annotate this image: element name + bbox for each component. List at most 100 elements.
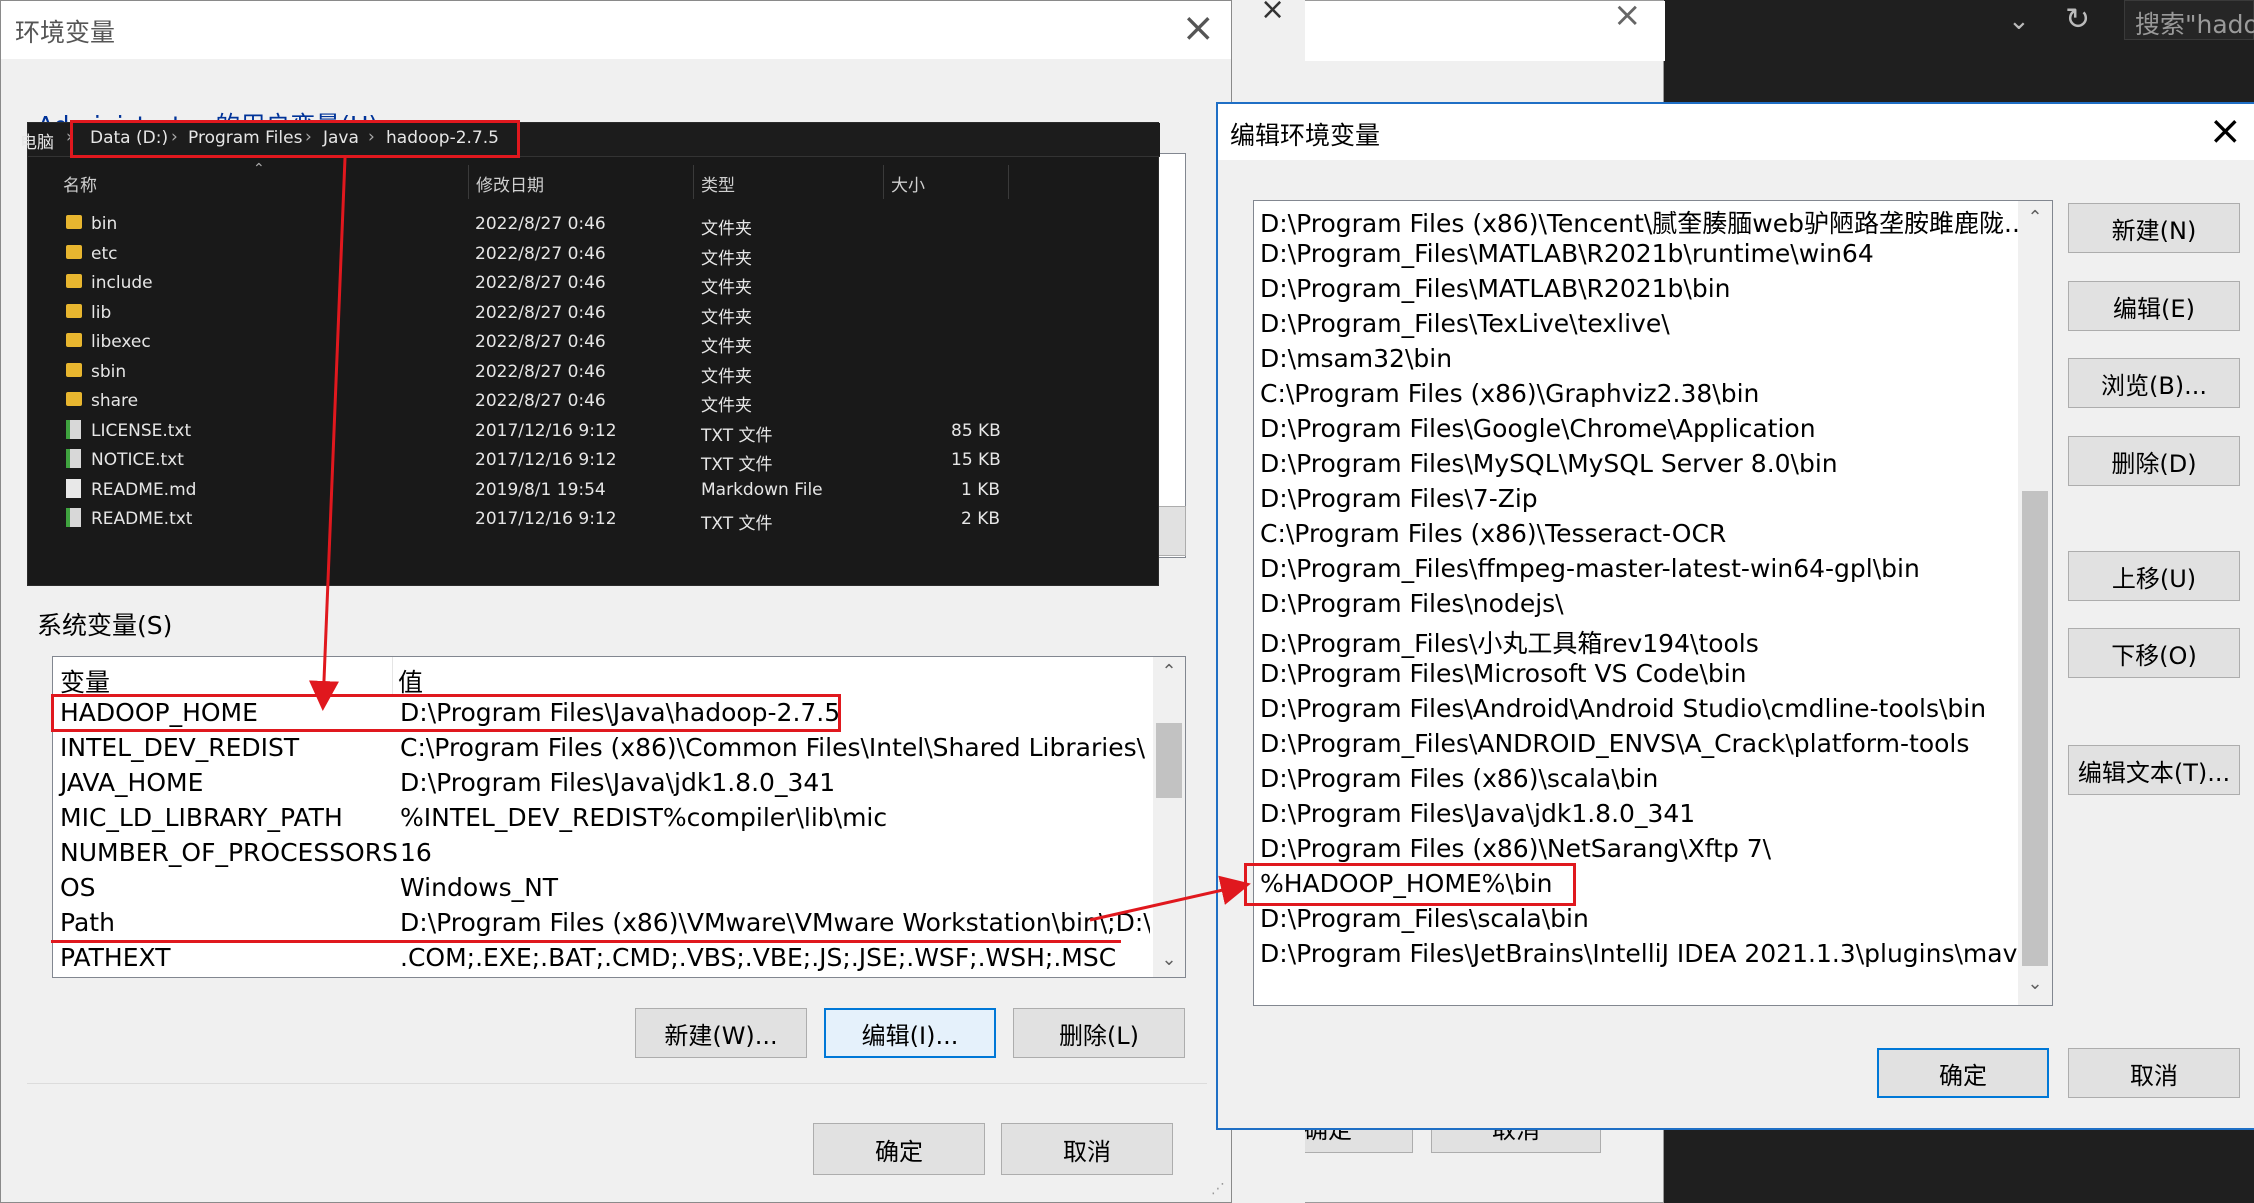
resize-grip-icon[interactable]: ⋰ (1211, 1181, 1225, 1197)
path-ok-button[interactable]: 确定 (1877, 1048, 2049, 1098)
list-item[interactable]: bin 2022/8/27 0:46 文件夹 (28, 209, 1160, 239)
path-new-button[interactable]: 新建(N) (2068, 203, 2240, 253)
annotation-path-underline (51, 940, 1121, 943)
folder-icon (66, 244, 82, 259)
path-delete-button[interactable]: 删除(D) (2068, 436, 2240, 486)
list-item[interactable]: D:\Program Files\MySQL\MySQL Server 8.0\… (1254, 449, 2018, 484)
sys-edit-button[interactable]: 编辑(I)... (824, 1008, 996, 1058)
close-icon[interactable]: × (1613, 0, 1642, 35)
column-size[interactable]: 大小 (891, 171, 925, 196)
search-input[interactable]: 搜索"hado (2124, 0, 2254, 40)
list-item[interactable]: libexec 2022/8/27 0:46 文件夹 (28, 327, 1160, 357)
list-item[interactable]: D:\Program Files\Android\Android Studio\… (1254, 694, 2018, 729)
list-item[interactable]: C:\Program Files (x86)\Tesseract-OCR (1254, 519, 2018, 554)
list-item[interactable]: D:\Program_Files\ANDROID_ENVS\A_Crack\pl… (1254, 729, 2018, 764)
column-date[interactable]: 修改日期 (476, 171, 544, 196)
edit-env-dialog: 编辑环境变量 × D:\Program Files (x86)\Tencent\… (1216, 102, 2254, 1130)
close-icon[interactable]: × (1181, 5, 1215, 51)
scroll-up-icon[interactable]: ⌃ (2022, 207, 2048, 228)
annotation-breadcrumb-box (70, 120, 520, 158)
table-row[interactable]: OS Windows_NT (53, 872, 1185, 907)
scroll-up-icon[interactable]: ⌃ (1156, 661, 1182, 682)
list-item[interactable]: D:\Program_Files\scala\bin (1254, 904, 2018, 939)
list-item[interactable]: D:\Program Files\Microsoft VS Code\bin (1254, 659, 2018, 694)
table-row[interactable]: NUMBER_OF_PROCESSORS 16 (53, 837, 1185, 872)
path-browse-button[interactable]: 浏览(B)... (2068, 358, 2240, 408)
list-item[interactable]: D:\Program Files\Java\jdk1.8.0_341 (1254, 799, 2018, 834)
env-cancel-button[interactable]: 取消 (1001, 1123, 1173, 1175)
folder-icon (66, 215, 82, 229)
list-item[interactable]: README.txt 2017/12/16 9:12 TXT 文件 2 KB (28, 504, 1160, 534)
path-list-scroll-thumb[interactable] (2022, 491, 2048, 966)
table-row[interactable]: INTEL_DEV_REDIST C:\Program Files (x86)\C… (53, 732, 1185, 767)
list-item[interactable]: D:\Program Files (x86)\Tencent\腻奎腠腼web驴陋… (1254, 204, 2018, 239)
explorer-window: 电脑 › Data (D:) › Program Files › Java › … (20, 122, 1160, 586)
column-type[interactable]: 类型 (701, 171, 735, 196)
folder-icon (66, 303, 82, 318)
path-edit-button[interactable]: 编辑(E) (2068, 281, 2240, 331)
list-item[interactable]: D:\Program_Files\MATLAB\R2021b\runtime\w… (1254, 239, 2018, 274)
annotation-hadoop-bin-box (1244, 863, 1576, 906)
list-item[interactable]: etc 2022/8/27 0:46 文件夹 (28, 239, 1160, 269)
scroll-down-icon[interactable]: ⌄ (1156, 949, 1182, 970)
table-row[interactable]: JAVA_HOME D:\Program Files\Java\jdk1.8.0_… (53, 767, 1185, 802)
folder-icon (66, 333, 82, 347)
text-file-icon (66, 419, 81, 439)
sort-up-icon: ⌃ (253, 161, 265, 177)
table-row[interactable]: Path D:\Program Files (x86)\VMware\VMware… (53, 907, 1185, 942)
list-item[interactable]: D:\Program Files\Google\Chrome\Applicati… (1254, 414, 2018, 449)
list-item[interactable]: D:\Program_Files\TexLive\texlive\ (1254, 309, 2018, 344)
sys-new-button[interactable]: 新建(W)... (635, 1008, 807, 1058)
folder-icon (66, 362, 82, 377)
path-move-down-button[interactable]: 下移(O) (2068, 628, 2240, 678)
table-row[interactable]: MIC_LD_LIBRARY_PATH %INTEL_DEV_REDIST%com… (53, 802, 1185, 837)
column-divider[interactable] (392, 657, 393, 697)
path-cancel-button[interactable]: 取消 (2068, 1048, 2240, 1098)
list-item[interactable]: README.md 2019/8/1 19:54 Markdown File 1 KB (28, 475, 1160, 504)
list-item[interactable]: sbin 2022/8/27 0:46 文件夹 (28, 357, 1160, 387)
folder-icon (66, 274, 82, 288)
list-item[interactable]: D:\Program_Files\MATLAB\R2021b\bin (1254, 274, 2018, 309)
sys-vars-scrollbar[interactable] (1153, 657, 1185, 977)
search-placeholder: 搜索"hado (2135, 10, 2254, 39)
list-item[interactable]: D:\Program_Files\小丸工具箱rev194\tools (1254, 624, 2018, 659)
breadcrumb-this-pc[interactable]: 电脑 (20, 128, 54, 153)
table-header: 变量 值 (53, 662, 1185, 697)
env-dialog-title: 环境变量 (15, 18, 116, 47)
folder-icon (66, 392, 82, 406)
list-item[interactable]: include 2022/8/27 0:46 文件夹 (28, 268, 1160, 298)
sys-delete-button[interactable]: 删除(L) (1013, 1008, 1185, 1058)
list-item[interactable]: C:\Program Files (x86)\Graphviz2.38\bin (1254, 379, 2018, 414)
column-name[interactable]: 名称 (63, 171, 97, 196)
list-item[interactable]: D:\Program Files\nodejs\ (1254, 589, 2018, 624)
close-icon[interactable]: × (2208, 108, 2242, 154)
list-item[interactable]: D:\Program Files\7-Zip (1254, 484, 2018, 519)
env-dialog-titlebar: 环境变量 × (1, 1, 1231, 59)
list-item[interactable]: lib 2022/8/27 0:46 文件夹 (28, 298, 1160, 328)
table-row[interactable]: PATHEXT .COM;.EXE;.BAT;.CMD;.VBS;.VBE;.JS… (53, 942, 1185, 977)
chevron-down-icon[interactable]: ⌄ (2008, 6, 2030, 36)
list-item[interactable]: share 2022/8/27 0:46 文件夹 (28, 386, 1160, 416)
edit-dialog-title: 编辑环境变量 (1230, 121, 1381, 150)
markdown-file-icon (66, 478, 81, 498)
explorer-column-headers: 名称 ⌃ 修改日期 类型 大小 (28, 161, 1160, 199)
list-item[interactable]: LICENSE.txt 2017/12/16 9:12 TXT 文件 85 KB (28, 416, 1160, 446)
list-item[interactable]: NOTICE.txt 2017/12/16 9:12 TXT 文件 15 KB (28, 445, 1160, 475)
text-file-icon (66, 508, 81, 527)
scroll-down-icon[interactable]: ⌄ (2022, 973, 2048, 994)
path-edit-text-button[interactable]: 编辑文本(T)... (2068, 745, 2240, 795)
sys-vars-scroll-thumb[interactable] (1156, 723, 1182, 798)
env-ok-button[interactable]: 确定 (813, 1123, 985, 1175)
refresh-icon[interactable]: ↻ (2065, 2, 2090, 37)
list-item[interactable]: D:\Program_Files\ffmpeg-master-latest-wi… (1254, 554, 2018, 589)
annotation-hadoop-home-box (51, 694, 841, 732)
list-item[interactable]: D:\Program Files (x86)\scala\bin (1254, 764, 2018, 799)
top-bar: ⌄ ↻ 搜索"hado (1660, 0, 2254, 48)
edit-dialog-titlebar: 编辑环境变量 × (1218, 104, 2254, 160)
separator (27, 1083, 1207, 1084)
file-list: bin 2022/8/27 0:46 文件夹 etc 2022/8/27 0:46 文件… (28, 209, 1160, 534)
path-move-up-button[interactable]: 上移(U) (2068, 551, 2240, 601)
list-item[interactable]: D:\msam32\bin (1254, 344, 2018, 379)
list-item[interactable]: D:\Program Files\JetBrains\IntelliJ IDEA… (1254, 939, 2018, 974)
close-icon[interactable]: × (1260, 0, 1285, 27)
